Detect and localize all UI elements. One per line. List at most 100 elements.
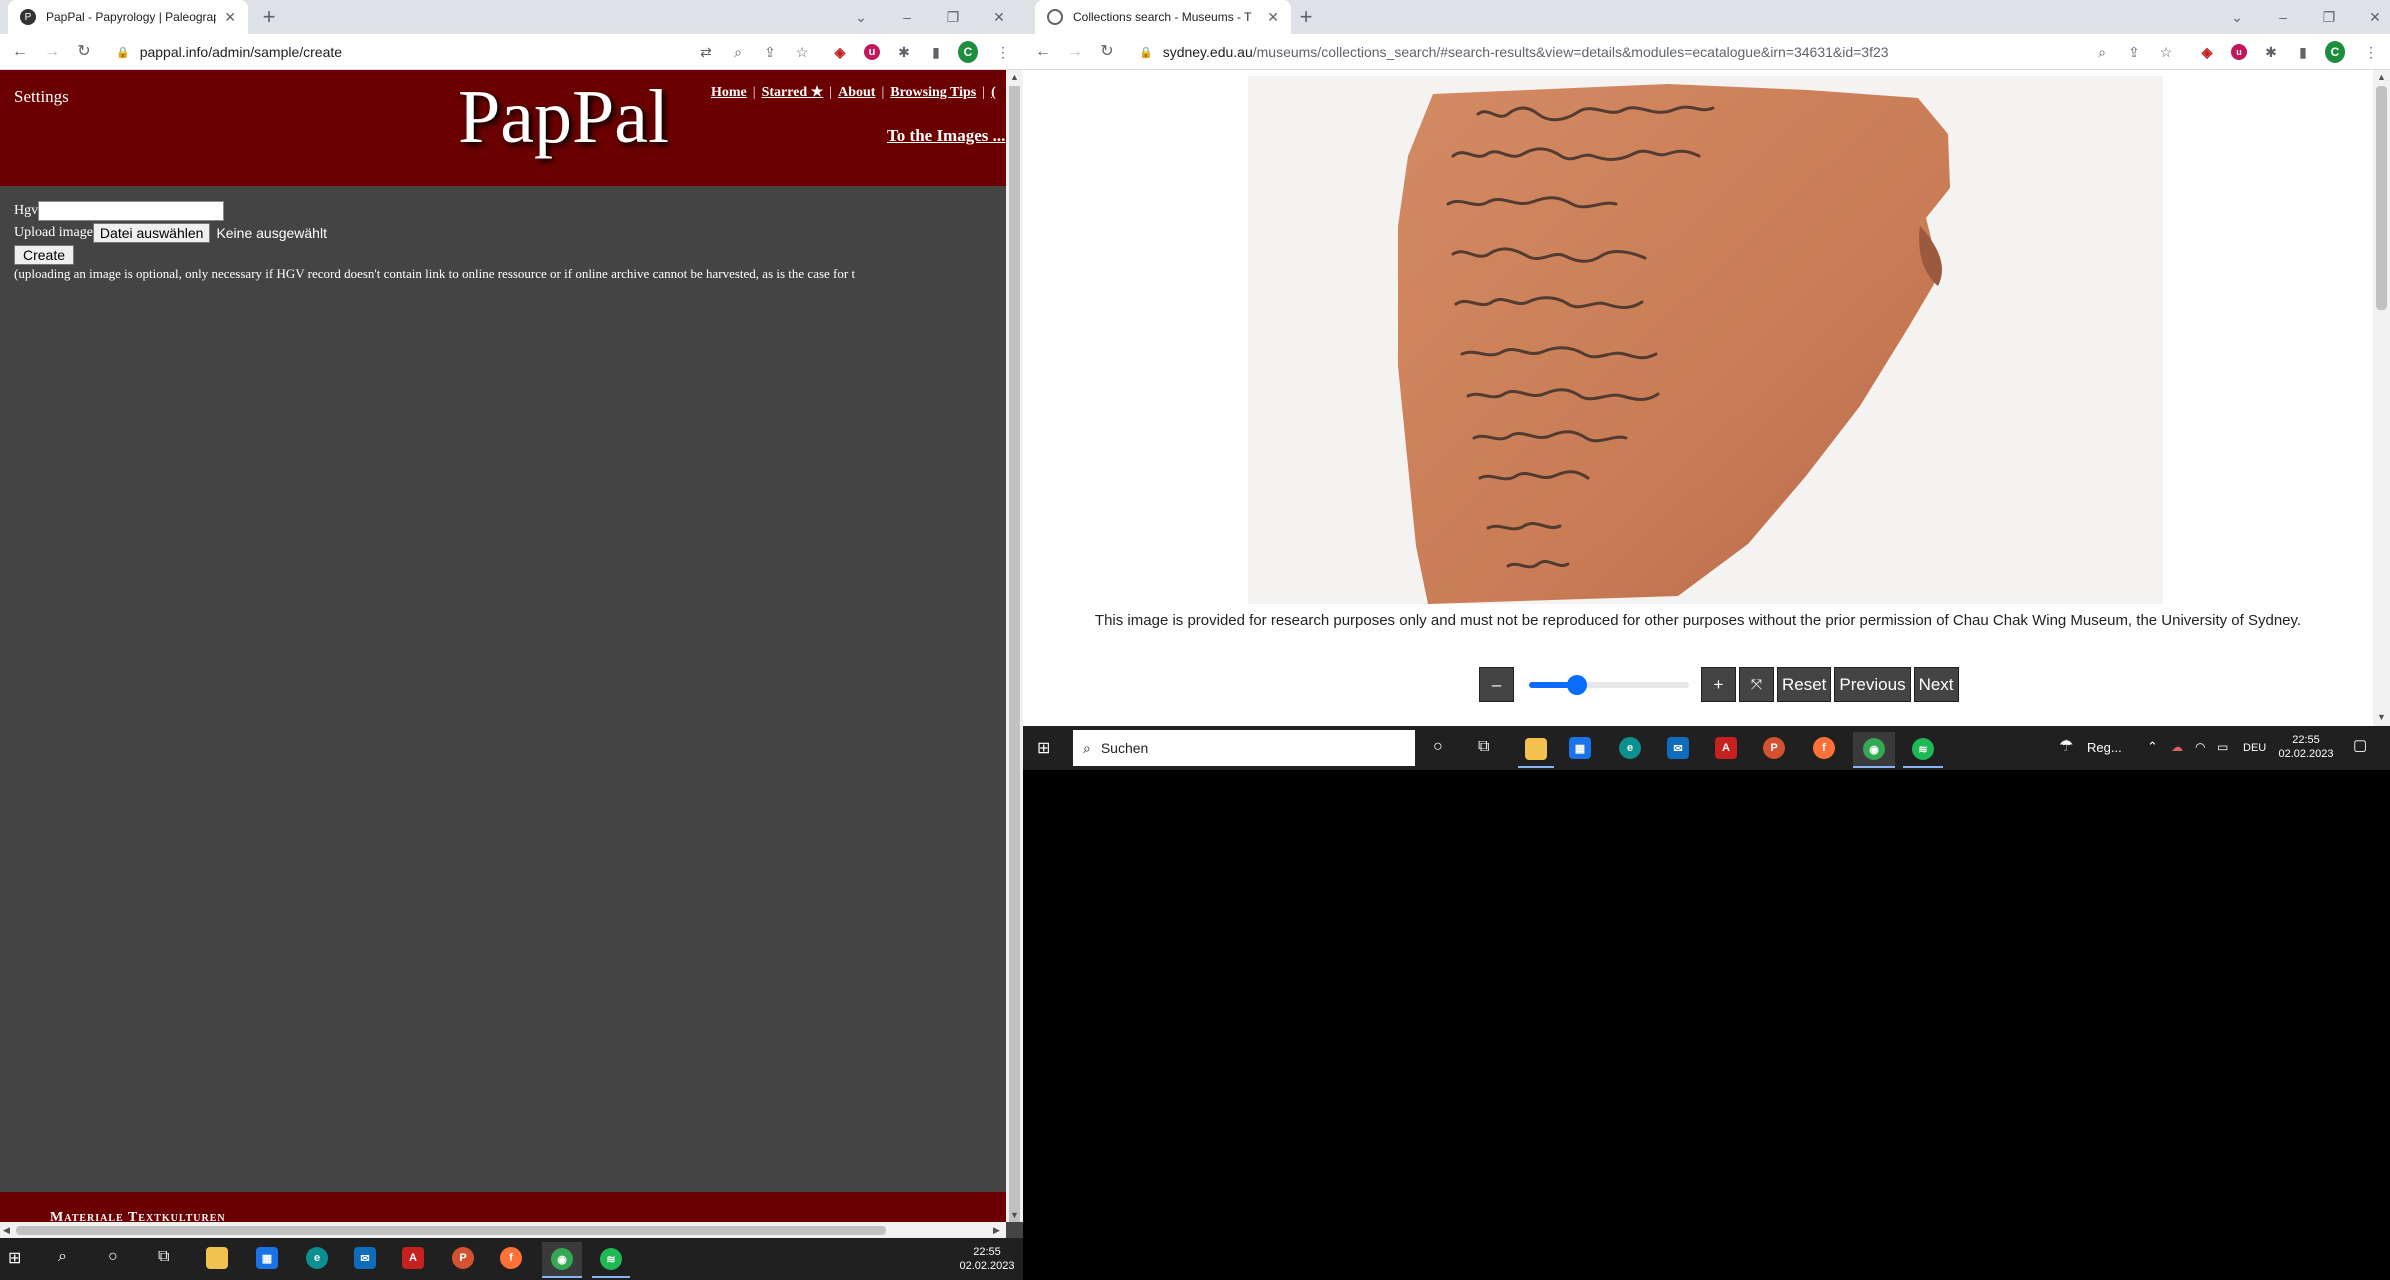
restore-icon[interactable]: ❐ — [930, 0, 976, 34]
to-the-images-link[interactable]: To the Images ... — [887, 126, 1005, 146]
weather-text[interactable]: Reg... — [2087, 741, 2122, 755]
share-icon[interactable]: ⇪ — [2124, 42, 2144, 62]
address-bar[interactable]: 🔒 sydney.edu.au/museums/collections_sear… — [1139, 39, 2089, 65]
fit-screen-button[interactable]: ⤧ — [1739, 667, 1774, 702]
tab-pappal[interactable]: P PapPal - Papyrology | Paleograph ✕ — [8, 0, 248, 34]
cortana-icon[interactable]: ○ — [1433, 738, 1443, 756]
extension-red-icon[interactable]: ◈ — [2197, 42, 2217, 62]
windows-start-icon[interactable]: ⊞ — [1037, 738, 1050, 758]
previous-button[interactable]: Previous — [1834, 667, 1911, 702]
close-window-icon[interactable]: ✕ — [2352, 0, 2390, 34]
main-clock[interactable]: 22:55 02.02.2023 — [954, 1245, 1020, 1273]
hgv-input[interactable] — [38, 201, 225, 221]
tab-search-icon[interactable]: ⌄ — [838, 0, 884, 34]
back-icon[interactable]: ← — [10, 42, 30, 62]
task-view-icon[interactable]: ⧉ — [1478, 738, 1489, 756]
zoom-icon[interactable]: ⌕ — [728, 42, 748, 62]
firefox-icon[interactable]: f — [500, 1247, 522, 1269]
create-button[interactable]: Create — [14, 245, 75, 265]
extensions-puzzle-icon[interactable]: ✱ — [894, 42, 914, 62]
scroll-right-icon[interactable]: ▶ — [993, 1225, 1000, 1236]
address-bar[interactable]: 🔒 pappal.info/admin/sample/create — [116, 39, 676, 65]
new-tab-icon[interactable]: + — [1293, 4, 1319, 30]
sidepanel-icon[interactable]: ▮ — [2293, 42, 2313, 62]
settings-link[interactable]: Settings — [14, 87, 69, 107]
right-vertical-scrollbar[interactable]: ▲ ▼ — [2373, 70, 2390, 726]
extension-red-icon[interactable]: ◈ — [830, 42, 850, 62]
minimize-icon[interactable]: – — [2260, 0, 2306, 34]
profile-avatar[interactable]: C — [958, 41, 978, 63]
sidepanel-icon[interactable]: ▮ — [926, 42, 946, 62]
nav-home[interactable]: Home — [711, 85, 747, 100]
hscroll-thumb[interactable] — [16, 1226, 886, 1235]
new-tab-icon[interactable]: + — [256, 4, 282, 30]
nav-browsing-tips[interactable]: Browsing Tips — [890, 85, 976, 100]
tray-chevron-icon[interactable]: ⌃ — [2147, 740, 2158, 754]
chrome-icon[interactable]: ◉ — [542, 1242, 582, 1278]
scroll-down-icon[interactable]: ▼ — [1010, 1210, 1019, 1220]
file-explorer-icon[interactable] — [1518, 732, 1554, 768]
mail-icon[interactable]: ✉ — [354, 1247, 376, 1269]
zoom-icon[interactable]: ⌕ — [2092, 42, 2112, 62]
store-icon[interactable]: ▦ — [256, 1247, 278, 1269]
network-icon[interactable]: ◠ — [2195, 740, 2205, 754]
scroll-left-icon[interactable]: ◀ — [3, 1225, 10, 1236]
scroll-up-icon[interactable]: ▲ — [2377, 72, 2386, 82]
share-icon[interactable]: ⇪ — [760, 42, 780, 62]
acrobat-icon[interactable]: A — [402, 1247, 424, 1269]
profile-avatar[interactable]: C — [2325, 41, 2345, 63]
reload-icon[interactable]: ↻ — [74, 42, 94, 62]
left-vertical-scrollbar[interactable]: ▲ ▼ — [1006, 70, 1023, 1222]
restore-icon[interactable]: ❐ — [2306, 0, 2352, 34]
powerpoint-icon[interactable]: P — [452, 1247, 474, 1269]
close-window-icon[interactable]: ✕ — [976, 0, 1022, 34]
nav-starred[interactable]: Starred ★ — [762, 85, 824, 100]
tab-search-icon[interactable]: ⌄ — [2214, 0, 2260, 34]
pappal-logo[interactable]: PapPal — [458, 74, 669, 161]
zoom-slider[interactable] — [1529, 667, 1689, 702]
extension-pink-icon[interactable]: u — [862, 42, 882, 62]
file-explorer-icon[interactable] — [206, 1247, 228, 1269]
reload-icon[interactable]: ↻ — [1097, 42, 1117, 62]
left-horizontal-scrollbar[interactable]: ◀ ▶ — [0, 1222, 1006, 1239]
mail-icon[interactable]: ✉ — [1667, 737, 1689, 759]
zoom-in-button[interactable]: + — [1701, 667, 1736, 702]
close-tab-icon[interactable]: ✕ — [224, 9, 236, 26]
taskbar-search-box[interactable]: ⌕ Suchen — [1073, 730, 1415, 766]
powerpoint-icon[interactable]: P — [1763, 737, 1785, 759]
search-icon[interactable]: ⌕ — [58, 1248, 67, 1266]
windows-start-icon[interactable]: ⊞ — [8, 1248, 21, 1268]
scroll-up-icon[interactable]: ▲ — [1010, 72, 1019, 82]
edge-icon[interactable]: e — [1619, 737, 1641, 759]
menu-dots-icon[interactable]: ⋮ — [2361, 42, 2381, 62]
scroll-down-icon[interactable]: ▼ — [2377, 712, 2386, 722]
extensions-puzzle-icon[interactable]: ✱ — [2261, 42, 2281, 62]
translate-icon[interactable]: ⇄ — [696, 42, 716, 62]
menu-dots-icon[interactable]: ⋮ — [993, 42, 1013, 62]
store-icon[interactable]: ▦ — [1569, 737, 1591, 759]
spotify-icon[interactable]: ≋ — [592, 1242, 630, 1278]
onedrive-icon[interactable]: ☁ — [2171, 740, 2183, 754]
choose-file-button[interactable]: Datei auswählen — [92, 223, 211, 243]
next-button[interactable]: Next — [1913, 667, 1959, 702]
notification-icon[interactable]: ▢ — [2353, 738, 2367, 753]
ostracon-image[interactable] — [1248, 76, 2163, 604]
weather-icon[interactable]: ☂ — [2059, 739, 2073, 755]
cortana-icon[interactable]: ○ — [108, 1248, 118, 1266]
scroll-thumb[interactable] — [2376, 86, 2387, 310]
task-view-icon[interactable]: ⧉ — [158, 1248, 169, 1266]
chrome-icon[interactable]: ◉ — [1853, 732, 1895, 768]
secondary-clock[interactable]: 22:55 02.02.2023 — [2273, 733, 2339, 761]
back-icon[interactable]: ← — [1033, 42, 1053, 62]
slider-knob[interactable] — [1567, 675, 1587, 695]
language-indicator[interactable]: DEU — [2243, 741, 2266, 755]
forward-icon[interactable]: → — [1065, 42, 1085, 62]
firefox-icon[interactable]: f — [1813, 737, 1835, 759]
extension-pink-icon[interactable]: u — [2229, 42, 2249, 62]
bookmark-star-icon[interactable]: ☆ — [792, 42, 812, 62]
zoom-out-button[interactable]: – — [1479, 667, 1514, 702]
close-tab-icon[interactable]: ✕ — [1267, 9, 1279, 26]
nav-more[interactable]: ( — [991, 85, 996, 100]
reset-button[interactable]: Reset — [1777, 667, 1832, 702]
edge-icon[interactable]: e — [306, 1247, 328, 1269]
